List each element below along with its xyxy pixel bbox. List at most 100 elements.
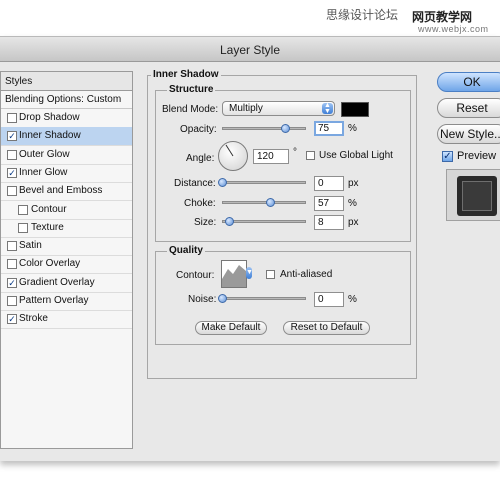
distance-label: Distance: — [174, 178, 216, 189]
watermark-right-text: 网页教学网 — [412, 10, 473, 24]
quality-title: Quality — [167, 245, 205, 256]
style-item-bevel-and-emboss[interactable]: Bevel and Emboss — [1, 182, 132, 202]
style-item-checkbox[interactable]: ✓ — [7, 277, 17, 288]
ok-button[interactable]: OK — [437, 72, 500, 92]
style-item-checkbox[interactable]: ✓ — [7, 314, 17, 325]
style-item-label: Satin — [19, 240, 42, 252]
style-item-outer-glow[interactable]: Outer Glow — [1, 146, 132, 165]
contour-label: Contour: — [176, 270, 215, 281]
shadow-color-swatch[interactable] — [341, 102, 369, 117]
reset-to-default-button[interactable]: Reset to Default — [283, 321, 370, 335]
reset-button[interactable]: Reset — [437, 98, 500, 118]
angle-label: Angle: — [186, 153, 215, 164]
style-item-label: Bevel and Emboss — [19, 185, 103, 197]
style-item-inner-shadow[interactable]: ✓ Inner Shadow — [1, 127, 132, 147]
watermark-url-text: www.webjx.com — [418, 24, 489, 34]
style-item-inner-glow[interactable]: ✓ Inner Glow — [1, 164, 132, 183]
style-item-contour[interactable]: Contour — [1, 201, 132, 220]
style-item-checkbox[interactable]: ✓ — [7, 131, 17, 142]
blend-mode-value: Multiply — [229, 103, 263, 114]
chevron-updown-icon: ▲ ▼ — [322, 102, 333, 115]
blend-mode-dropdown[interactable]: Multiply ▲ ▼ — [222, 101, 335, 116]
opacity-slider[interactable] — [222, 127, 306, 130]
size-label: Size: — [194, 217, 217, 228]
choke-slider[interactable] — [222, 201, 306, 204]
layer-style-dialog: Layer Style Styles Blending Options: Cus… — [0, 36, 500, 461]
blending-options-label: Blending Options: Custom — [5, 94, 122, 105]
style-item-stroke[interactable]: ✓ Stroke — [1, 310, 132, 330]
blending-options-item[interactable]: Blending Options: Custom — [1, 91, 132, 109]
size-slider[interactable] — [222, 220, 306, 223]
style-item-label: Stroke — [19, 313, 48, 325]
style-item-checkbox[interactable] — [7, 296, 17, 306]
contour-curve-icon — [222, 265, 246, 287]
inner-shadow-title: Inner Shadow — [151, 69, 221, 80]
watermark-left-text: 思缘设计论坛 — [326, 8, 399, 22]
use-global-light-checkbox[interactable] — [306, 151, 315, 160]
style-item-checkbox[interactable] — [7, 241, 17, 252]
angle-field[interactable]: 120 — [253, 149, 289, 164]
choke-label: Choke: — [184, 198, 216, 209]
size-unit: px — [348, 217, 359, 228]
use-global-light-label: Use Global Light — [319, 150, 393, 161]
angle-needle-icon — [225, 144, 234, 157]
choke-field[interactable]: 57 — [314, 196, 344, 211]
contour-dropdown-arrow-icon[interactable]: ▼ — [246, 267, 253, 279]
styles-panel: Styles Blending Options: Custom Drop Sha… — [0, 71, 133, 449]
style-item-drop-shadow[interactable]: Drop Shadow — [1, 109, 132, 128]
preview-swatch-inner — [462, 181, 492, 211]
new-style-button[interactable]: New Style... — [437, 124, 500, 144]
blend-mode-label: Blend Mode: — [162, 104, 219, 115]
style-item-pattern-overlay[interactable]: Pattern Overlay — [1, 292, 132, 311]
style-item-label: Inner Glow — [19, 166, 68, 178]
preview-checkbox[interactable]: ✓ — [442, 151, 453, 162]
distance-slider[interactable] — [222, 181, 306, 184]
style-item-checkbox[interactable] — [18, 222, 28, 233]
styles-header[interactable]: Styles — [1, 72, 132, 91]
style-item-checkbox[interactable] — [7, 259, 17, 270]
style-item-label: Contour — [31, 203, 67, 215]
style-item-gradient-overlay[interactable]: ✓ Gradient Overlay — [1, 274, 132, 293]
style-item-texture[interactable]: Texture — [1, 219, 132, 238]
angle-dial[interactable] — [218, 141, 248, 171]
style-item-label: Inner Shadow — [19, 130, 81, 142]
style-item-checkbox[interactable] — [18, 204, 28, 215]
choke-unit: % — [348, 198, 357, 209]
dialog-title: Layer Style — [219, 43, 281, 57]
noise-unit: % — [348, 294, 357, 305]
contour-thumbnail[interactable] — [221, 260, 247, 288]
styles-header-label: Styles — [5, 76, 33, 87]
noise-field[interactable]: 0 — [314, 292, 344, 307]
style-item-checkbox[interactable] — [7, 186, 17, 197]
structure-title: Structure — [167, 84, 216, 95]
opacity-slider-knob[interactable] — [281, 124, 290, 133]
noise-label: Noise: — [188, 294, 217, 305]
anti-aliased-label: Anti-aliased — [280, 269, 333, 280]
style-item-checkbox[interactable] — [7, 113, 17, 123]
size-slider-knob[interactable] — [224, 217, 234, 226]
opacity-label: Opacity: — [180, 124, 217, 135]
choke-slider-knob[interactable] — [265, 198, 275, 207]
noise-slider[interactable] — [222, 297, 306, 300]
style-item-satin[interactable]: Satin — [1, 237, 132, 257]
preview-swatch-frame — [446, 169, 500, 221]
distance-slider-knob[interactable] — [218, 178, 227, 187]
style-item-label: Gradient Overlay — [19, 276, 95, 288]
style-item-checkbox[interactable]: ✓ — [7, 167, 17, 178]
style-item-label: Outer Glow — [19, 148, 70, 160]
style-item-checkbox[interactable] — [7, 149, 17, 160]
size-field[interactable]: 8 — [314, 215, 344, 230]
preview-swatch — [457, 176, 497, 216]
distance-field[interactable]: 0 — [314, 176, 344, 191]
anti-aliased-checkbox[interactable] — [266, 270, 275, 279]
style-item-label: Drop Shadow — [19, 112, 80, 123]
distance-unit: px — [348, 178, 359, 189]
opacity-field[interactable]: 75 — [314, 121, 344, 136]
title-bar[interactable]: Layer Style — [0, 37, 500, 62]
opacity-unit: % — [348, 123, 357, 134]
noise-slider-knob[interactable] — [218, 294, 227, 303]
style-item-label: Pattern Overlay — [19, 295, 89, 306]
make-default-button[interactable]: Make Default — [195, 321, 267, 335]
style-item-color-overlay[interactable]: Color Overlay — [1, 255, 132, 275]
style-item-label: Color Overlay — [19, 258, 81, 270]
